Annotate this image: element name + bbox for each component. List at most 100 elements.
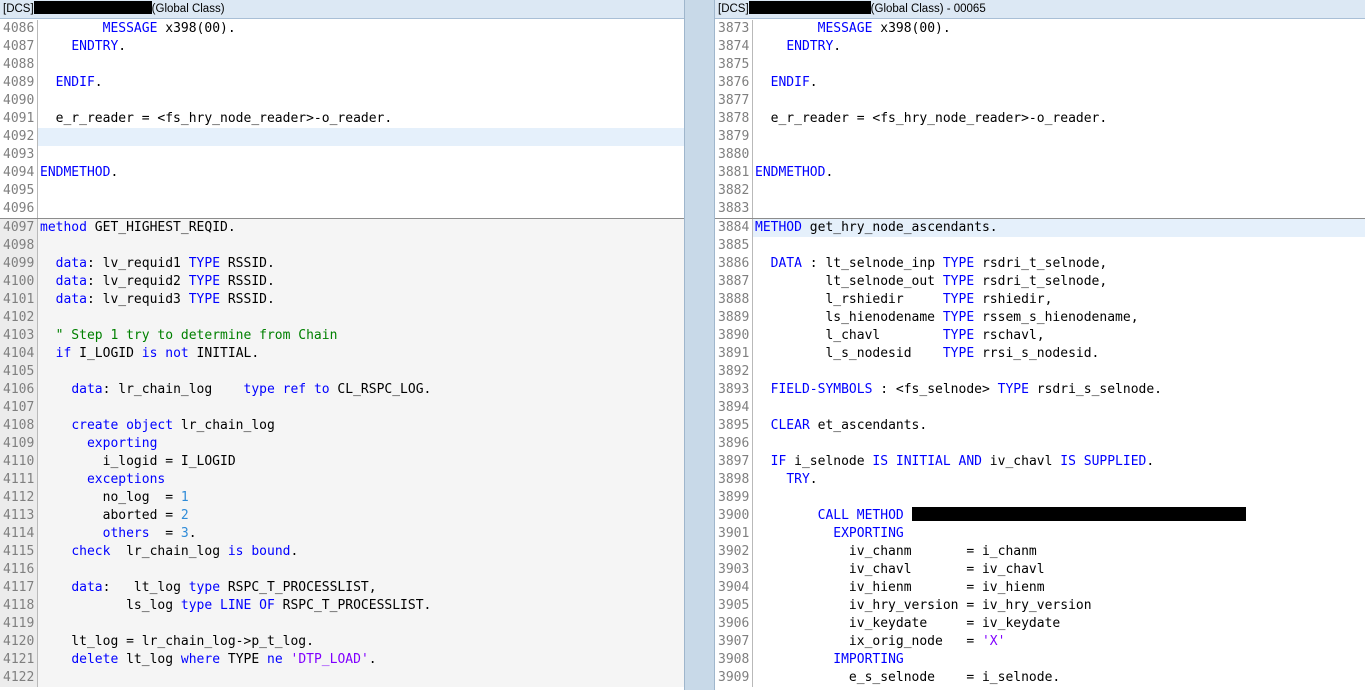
code-line[interactable]: 3909 e_s_selnode = i_selnode. [715, 669, 1365, 687]
right-code-area[interactable]: 3873 MESSAGE x398(00). 3874 ENDTRY. 3875 38… [715, 20, 1365, 687]
code-line[interactable]: 4108 create object lr_chain_log [0, 417, 684, 435]
code-line[interactable]: 4107 [0, 399, 684, 417]
code-line[interactable]: 3907 ix_orig_node = 'X' [715, 633, 1365, 651]
code-line[interactable]: 4089 ENDIF. [0, 74, 684, 92]
line-number: 4119 [0, 615, 38, 633]
line-number: 4115 [0, 543, 38, 561]
code-line[interactable]: 4091 e_r_reader = <fs_hry_node_reader>-o… [0, 110, 684, 128]
code-line[interactable]: 4112 no_log = 1 [0, 489, 684, 507]
code-line[interactable]: 4115 check lr_chain_log is bound. [0, 543, 684, 561]
code-line[interactable]: 4120 lt_log = lr_chain_log->p_t_log. [0, 633, 684, 651]
code-line[interactable]: 3893 FIELD-SYMBOLS : <fs_selnode> TYPE r… [715, 381, 1365, 399]
keyword-token: create object [71, 418, 174, 433]
code-line[interactable]: 4095 [0, 182, 684, 200]
code-line[interactable]: 3873 MESSAGE x398(00). [715, 20, 1365, 38]
code-line[interactable]: 4090 [0, 92, 684, 110]
code-line[interactable]: 3877 [715, 92, 1365, 110]
code-line[interactable]: 3888 l_rshiedir TYPE rshiedir, [715, 291, 1365, 309]
code-line[interactable]: 4105 [0, 363, 684, 381]
code-token: no_log = [40, 490, 181, 505]
code-line[interactable]: 3906 iv_keydate = iv_keydate [715, 615, 1365, 633]
code-line[interactable]: 4098 [0, 237, 684, 255]
right-code-pane[interactable]: [DCS] (Global Class) - 00065 3873 MESSAGE… [715, 0, 1365, 690]
code-token: RSPC_T_PROCESSLIST, [220, 580, 377, 595]
code-line[interactable]: 4116 [0, 561, 684, 579]
keyword-token: type ref to [243, 382, 330, 397]
code-line[interactable]: 4096 [0, 200, 684, 218]
code-line[interactable]: 3892 [715, 363, 1365, 381]
code-line[interactable]: 3882 [715, 182, 1365, 200]
code-line[interactable]: 4109 exporting [0, 435, 684, 453]
code-line[interactable]: 3898 TRY. [715, 471, 1365, 489]
line-text: iv_hry_version = iv_hry_version [755, 597, 1092, 615]
code-line[interactable]: 4106 data: lr_chain_log type ref to CL_R… [0, 381, 684, 399]
code-line[interactable]: 3883 [715, 200, 1365, 218]
line-number: 4097 [0, 219, 38, 237]
code-line[interactable]: 3904 iv_hienm = iv_hienm [715, 579, 1365, 597]
code-line[interactable]: 3874 ENDTRY. [715, 38, 1365, 56]
code-line[interactable]: 3903 iv_chavl = iv_chavl [715, 561, 1365, 579]
line-number: 3904 [715, 579, 753, 597]
code-line[interactable]: 4103 " Step 1 try to determine from Chai… [0, 327, 684, 345]
left-code-area[interactable]: 4086 MESSAGE x398(00). 4087 ENDTRY. 4088 40… [0, 20, 684, 687]
code-line[interactable]: 4087 ENDTRY. [0, 38, 684, 56]
code-line[interactable]: 3896 [715, 435, 1365, 453]
code-line[interactable]: 3895 CLEAR et_ascendants. [715, 417, 1365, 435]
code-line[interactable]: 3878 e_r_reader = <fs_hry_node_reader>-o… [715, 110, 1365, 128]
code-line[interactable]: 4119 [0, 615, 684, 633]
code-line[interactable]: 4092 [0, 128, 684, 146]
code-line[interactable]: 4093 [0, 146, 684, 164]
code-line[interactable]: 3875 [715, 56, 1365, 74]
code-line[interactable]: 3880 [715, 146, 1365, 164]
code-line[interactable]: 4104 if I_LOGID is not INITIAL. [0, 345, 684, 363]
code-line[interactable]: 4101 data: lv_requid3 TYPE RSSID. [0, 291, 684, 309]
code-line[interactable]: 4122 [0, 669, 684, 687]
code-line[interactable]: 4111 exceptions [0, 471, 684, 489]
line-number: 3883 [715, 200, 753, 218]
left-code-pane[interactable]: [DCS] (Global Class) 4086 MESSAGE x398(00… [0, 0, 684, 690]
code-line[interactable]: 3889 ls_hienodename TYPE rssem_s_hienode… [715, 309, 1365, 327]
code-line[interactable]: 4094 ENDMETHOD. [0, 164, 684, 182]
code-line[interactable]: 3890 l_chavl TYPE rschavl, [715, 327, 1365, 345]
code-line[interactable]: 3897 IF i_selnode IS INITIAL AND iv_chav… [715, 453, 1365, 471]
code-line[interactable]: 3901 EXPORTING [715, 525, 1365, 543]
code-line[interactable]: 4100 data: lv_requid2 TYPE RSSID. [0, 273, 684, 291]
code-line[interactable]: 4088 [0, 56, 684, 74]
code-line[interactable]: 4086 MESSAGE x398(00). [0, 20, 684, 38]
line-number: 4108 [0, 417, 38, 435]
line-number: 4110 [0, 453, 38, 471]
code-line[interactable]: 3886 DATA : lt_selnode_inp TYPE rsdri_t_… [715, 255, 1365, 273]
line-number: 4102 [0, 309, 38, 327]
code-line[interactable]: 3902 iv_chanm = i_chanm [715, 543, 1365, 561]
code-line[interactable]: 3900 CALL METHOD [715, 507, 1365, 525]
code-line[interactable]: 3881 ENDMETHOD. [715, 164, 1365, 182]
code-line[interactable]: 3884 METHOD get_hry_node_ascendants. [715, 218, 1365, 237]
pane-divider[interactable] [684, 0, 715, 690]
code-line[interactable]: 4110 i_logid = I_LOGID [0, 453, 684, 471]
code-line[interactable]: 4102 [0, 309, 684, 327]
code-line[interactable]: 3887 lt_selnode_out TYPE rsdri_t_selnode… [715, 273, 1365, 291]
line-text: FIELD-SYMBOLS : <fs_selnode> TYPE rsdri_… [755, 381, 1162, 399]
code-line[interactable]: 4118 ls_log type LINE OF RSPC_T_PROCESSL… [0, 597, 684, 615]
keyword-token: type [188, 580, 221, 595]
keyword-token: ENDIF [770, 75, 810, 90]
compare-editor: [DCS] (Global Class) 4086 MESSAGE x398(00… [0, 0, 1365, 690]
line-number: 3905 [715, 597, 753, 615]
code-line[interactable]: 4114 others = 3. [0, 525, 684, 543]
code-line[interactable]: 4097 method GET_HIGHEST_REQID. [0, 218, 684, 237]
code-line[interactable]: 4113 aborted = 2 [0, 507, 684, 525]
code-line[interactable]: 3876 ENDIF. [715, 74, 1365, 92]
code-line[interactable]: 4099 data: lv_requid1 TYPE RSSID. [0, 255, 684, 273]
code-line[interactable]: 3899 [715, 489, 1365, 507]
code-line[interactable]: 3891 l_s_nodesid TYPE rrsi_s_nodesid. [715, 345, 1365, 363]
code-line[interactable]: 3894 [715, 399, 1365, 417]
keyword-token: TYPE [942, 346, 975, 361]
code-line[interactable]: 3905 iv_hry_version = iv_hry_version [715, 597, 1365, 615]
code-line[interactable]: 4121 delete lt_log where TYPE ne 'DTP_LO… [0, 651, 684, 669]
code-line[interactable]: 3879 [715, 128, 1365, 146]
code-line[interactable]: 3885 [715, 237, 1365, 255]
code-line[interactable]: 4117 data: lt_log type RSPC_T_PROCESSLIS… [0, 579, 684, 597]
line-number: 4122 [0, 669, 38, 687]
code-line[interactable]: 3908 IMPORTING [715, 651, 1365, 669]
redacted-class-name [748, 1, 871, 14]
